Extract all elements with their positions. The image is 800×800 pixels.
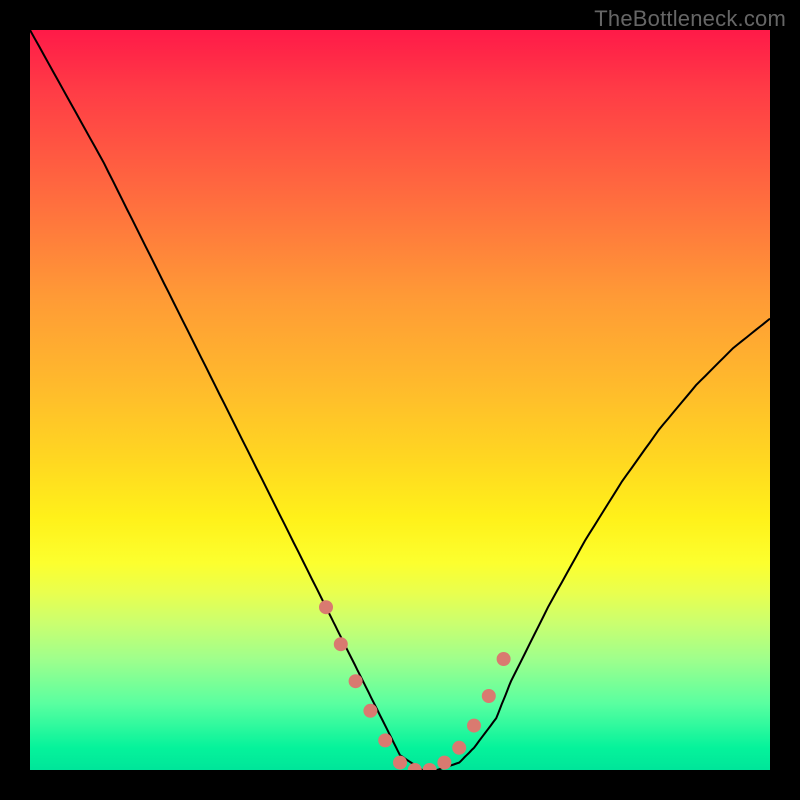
highlight-marker: [423, 763, 437, 770]
highlight-marker: [452, 741, 466, 755]
highlight-marker: [482, 689, 496, 703]
plot-area: [30, 30, 770, 770]
highlight-marker: [334, 637, 348, 651]
highlight-marker: [349, 674, 363, 688]
highlight-marker: [408, 763, 422, 770]
highlight-marker: [393, 756, 407, 770]
highlight-markers: [319, 600, 511, 770]
watermark-text: TheBottleneck.com: [594, 6, 786, 32]
bottleneck-curve: [30, 30, 770, 770]
highlight-marker: [497, 652, 511, 666]
chart-frame: [30, 30, 770, 770]
curve-layer: [30, 30, 770, 770]
highlight-marker: [467, 719, 481, 733]
highlight-marker: [378, 733, 392, 747]
highlight-marker: [319, 600, 333, 614]
highlight-marker: [437, 756, 451, 770]
highlight-marker: [363, 704, 377, 718]
